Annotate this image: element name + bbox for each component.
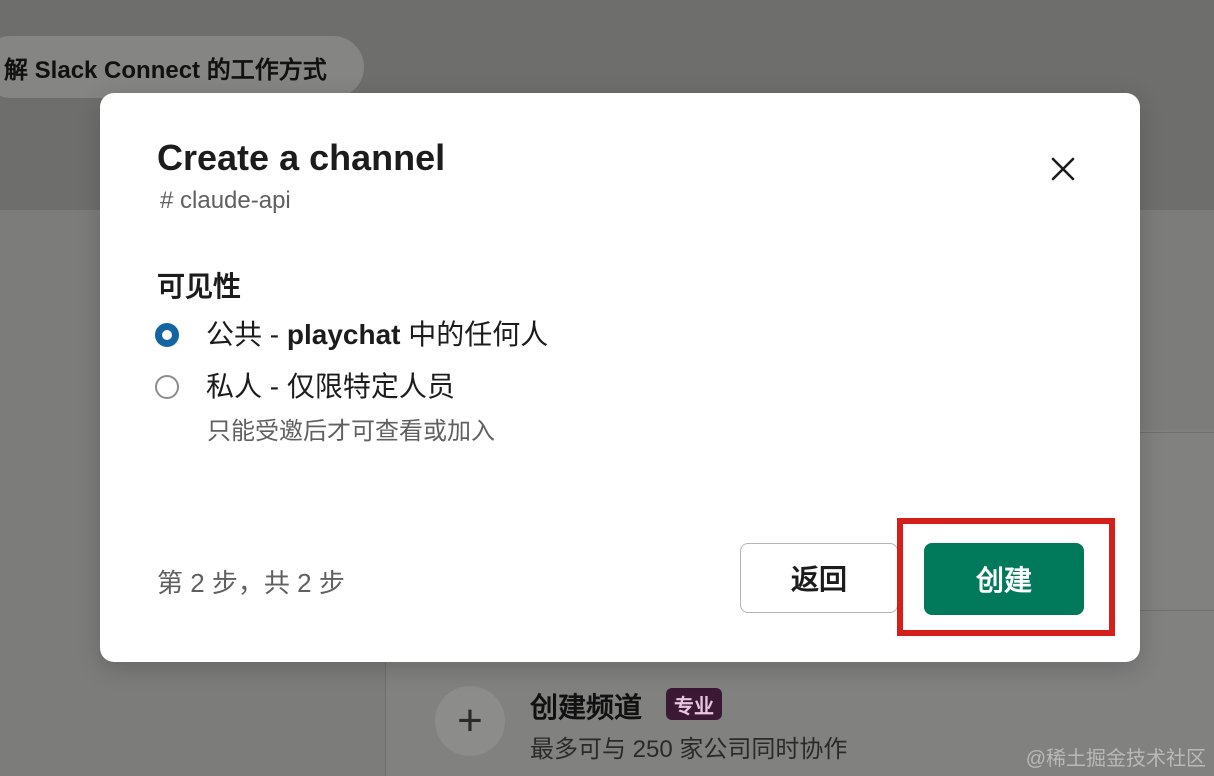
visibility-option-public-label: 公共 - playchat 中的任何人 bbox=[206, 319, 549, 350]
slack-connect-pill[interactable]: 解 Slack Connect 的工作方式 bbox=[0, 36, 364, 98]
create-channel-description: 最多可与 250 家公司同时协作 bbox=[530, 736, 848, 763]
visibility-option-private[interactable]: 私人 - 仅限特定人员 bbox=[155, 367, 455, 407]
dialog-title: Create a channel bbox=[157, 137, 446, 178]
radio-private[interactable] bbox=[155, 375, 179, 399]
watermark: @稀土掘金技术社区 bbox=[1025, 748, 1206, 770]
visibility-option-public[interactable]: 公共 - playchat 中的任何人 bbox=[155, 315, 548, 355]
plus-icon[interactable]: + bbox=[435, 686, 505, 756]
create-channel-dialog: Create a channel # claude-api 可见性 公共 - p… bbox=[100, 93, 1140, 662]
pro-badge: 专业 bbox=[666, 688, 722, 720]
close-button[interactable] bbox=[1042, 148, 1084, 190]
step-indicator: 第 2 步，共 2 步 bbox=[157, 568, 345, 598]
visibility-label: 可见性 bbox=[157, 271, 242, 302]
slack-connect-pill-label: 解 Slack Connect 的工作方式 bbox=[4, 56, 327, 84]
create-button[interactable]: 创建 bbox=[924, 543, 1084, 615]
close-icon bbox=[1051, 157, 1075, 181]
radio-public[interactable] bbox=[155, 323, 179, 347]
channel-name: # claude-api bbox=[160, 187, 291, 214]
back-button[interactable]: 返回 bbox=[740, 543, 898, 613]
visibility-option-private-label: 私人 - 仅限特定人员 bbox=[206, 371, 455, 402]
private-option-hint: 只能受邀后才可查看或加入 bbox=[207, 418, 495, 445]
create-channel-heading: 创建频道 bbox=[530, 692, 643, 723]
